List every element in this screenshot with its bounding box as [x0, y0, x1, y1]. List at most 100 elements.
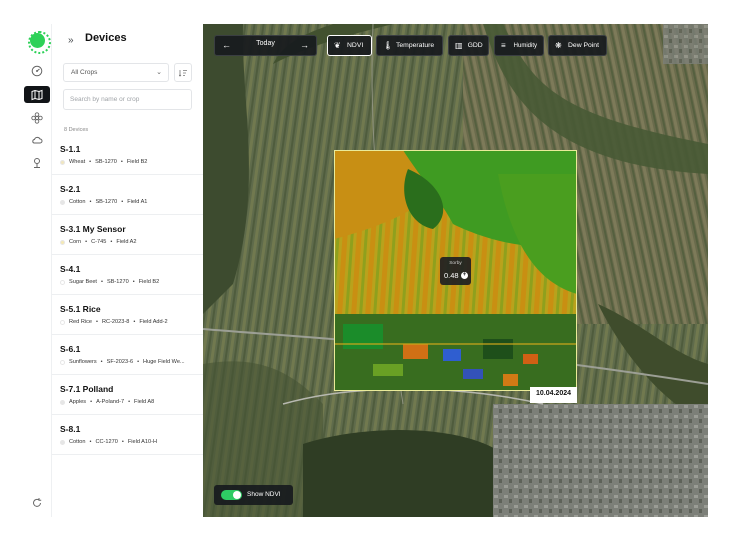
crop-color-dot: [60, 319, 65, 325]
device-count: 8 Devices: [64, 127, 89, 133]
device-list-item[interactable]: S-8.1 Cotton • CC-1270 • Field A10-H: [52, 415, 204, 455]
map-view[interactable]: ← Today → ❦ NDVI 🌡 Temperature ▥ GDD ≡ Humid…: [203, 24, 708, 517]
device-field: Field A8: [134, 399, 155, 405]
search-input[interactable]: Search by name or crop: [63, 89, 192, 110]
dew-point-icon: ❋: [555, 40, 562, 50]
device-code: CC-1270: [95, 439, 118, 445]
search-placeholder: Search by name or crop: [70, 96, 140, 103]
layer-temperature-button[interactable]: 🌡 Temperature: [376, 35, 443, 56]
device-code: C-745: [91, 239, 107, 245]
layer-label: Humidity: [513, 42, 537, 49]
device-list-item[interactable]: S-7.1 Polland Apples • A-Poland-7 • Field A8: [52, 375, 204, 415]
device-crop: Cotton: [69, 199, 86, 205]
show-ndvi-toggle[interactable]: [221, 490, 242, 500]
separator-dot: •: [110, 239, 113, 245]
layer-ndvi-button[interactable]: ❦ NDVI: [327, 35, 372, 56]
device-code: SB-1270: [95, 199, 118, 205]
device-meta: Sunflowers • SF-2023-6 • Huge Field We...: [60, 359, 185, 365]
device-meta: Red Rice • RC-2023-8 • Field Add-2: [60, 319, 168, 325]
tooltip-title: Sorby: [449, 261, 462, 266]
crop-color-dot: [60, 439, 65, 445]
crop-color-dot: [60, 279, 65, 285]
sidebar-header: » Devices: [52, 24, 204, 54]
device-field: Huge Field We...: [143, 359, 185, 365]
sidebar-title: Devices: [85, 32, 127, 44]
device-code: SB-1270: [106, 279, 129, 285]
nav-rail: [23, 24, 51, 517]
date-navigator: ← Today →: [214, 35, 317, 56]
device-list-item[interactable]: S-2.1 Cotton • SB-1270 • Field A1: [52, 175, 204, 215]
device-list-item[interactable]: S-6.1 Sunflowers • SF-2023-6 • Huge Field We.…: [52, 335, 204, 375]
separator-dot: •: [100, 359, 103, 365]
layer-gdd-button[interactable]: ▥ GDD: [448, 35, 489, 56]
separator-dot: •: [121, 439, 124, 445]
show-ndvi-label: Show NDVI: [247, 491, 281, 498]
separator-dot: •: [101, 279, 103, 285]
crop-filter-value: All Crops: [71, 69, 98, 76]
device-name: S-7.1 Polland: [60, 384, 114, 394]
layer-dew-point-button[interactable]: ❋ Dew Point: [548, 35, 607, 56]
arrow-right-icon[interactable]: →: [300, 40, 309, 50]
device-code: SF-2023-6: [106, 359, 134, 365]
chevron-down-icon: ⌄: [156, 69, 162, 76]
device-field: Field A1: [127, 199, 148, 205]
bar-chart-icon: ▥: [455, 40, 463, 50]
leaf-icon: ❦: [334, 40, 341, 50]
plus-icon[interactable]: +: [461, 272, 468, 279]
field-tooltip[interactable]: Sorby 0.48 +: [440, 257, 471, 285]
device-meta: Wheat • SB-1270 • Field B2: [60, 159, 147, 165]
device-field: Field B2: [126, 159, 148, 165]
crop-filter-select[interactable]: All Crops ⌄: [63, 63, 169, 82]
nav-flower-icon[interactable]: [24, 109, 50, 126]
layer-label: Dew Point: [568, 42, 599, 49]
device-name: S-5.1 Rice: [60, 304, 101, 314]
separator-dot: •: [133, 319, 136, 325]
nav-map-icon[interactable]: [24, 86, 50, 103]
sort-icon: [178, 69, 187, 77]
device-crop: Sugar Beet: [69, 279, 97, 285]
crop-color-dot: [60, 159, 65, 165]
device-meta: Cotton • CC-1270 • Field A10-H: [60, 439, 157, 445]
separator-dot: •: [89, 199, 92, 205]
refresh-icon[interactable]: [24, 494, 50, 511]
device-code: SB-1270: [95, 159, 117, 165]
device-list-item[interactable]: S-1.1 Wheat • SB-1270 • Field B2: [52, 135, 204, 175]
device-crop: Apples: [69, 399, 87, 405]
device-field: Field A2: [116, 239, 137, 245]
layer-label: GDD: [467, 42, 483, 49]
separator-dot: •: [137, 359, 140, 365]
separator-dot: •: [120, 159, 123, 165]
collapse-chevron-icon[interactable]: »: [68, 35, 74, 46]
device-meta: Apples • A-Poland-7 • Field A8: [60, 399, 154, 405]
device-field: Field Add-2: [139, 319, 168, 325]
devices-sidebar: » Devices All Crops ⌄ Search by name or …: [51, 24, 204, 517]
separator-dot: •: [89, 439, 92, 445]
device-list-item[interactable]: S-3.1 My Sensor Corn • C-745 • Field A2: [52, 215, 204, 255]
layer-humidity-button[interactable]: ≡ Humidity: [494, 35, 544, 56]
separator-dot: •: [121, 199, 124, 205]
nav-weather-icon[interactable]: [24, 131, 50, 148]
device-name: S-1.1: [60, 144, 81, 154]
separator-dot: •: [132, 279, 135, 285]
nav-sensor-icon[interactable]: [24, 154, 50, 171]
nav-dashboard-icon[interactable]: [24, 62, 50, 79]
crop-color-dot: [60, 239, 65, 245]
thermometer-icon: 🌡: [383, 40, 394, 50]
layer-label: NDVI: [347, 42, 364, 49]
separator-dot: •: [89, 159, 92, 165]
device-name: S-2.1: [60, 184, 81, 194]
device-crop: Sunflowers: [69, 359, 97, 365]
device-list-item[interactable]: S-5.1 Rice Red Rice • RC-2023-8 • Field Add-2: [52, 295, 204, 335]
device-name: S-4.1: [60, 264, 81, 274]
device-crop: Red Rice: [69, 319, 93, 325]
separator-dot: •: [90, 399, 93, 405]
device-list-item[interactable]: S-4.1 Sugar Beet • SB-1270 • Field B2: [52, 255, 204, 295]
crop-color-dot: [60, 359, 65, 365]
device-name: S-6.1: [60, 344, 81, 354]
separator-dot: •: [85, 239, 88, 245]
device-code: A-Poland-7: [96, 399, 125, 405]
device-meta: Cotton • SB-1270 • Field A1: [60, 199, 147, 205]
device-crop: Wheat: [69, 159, 86, 165]
sort-button[interactable]: [174, 63, 192, 82]
device-name: S-8.1: [60, 424, 81, 434]
